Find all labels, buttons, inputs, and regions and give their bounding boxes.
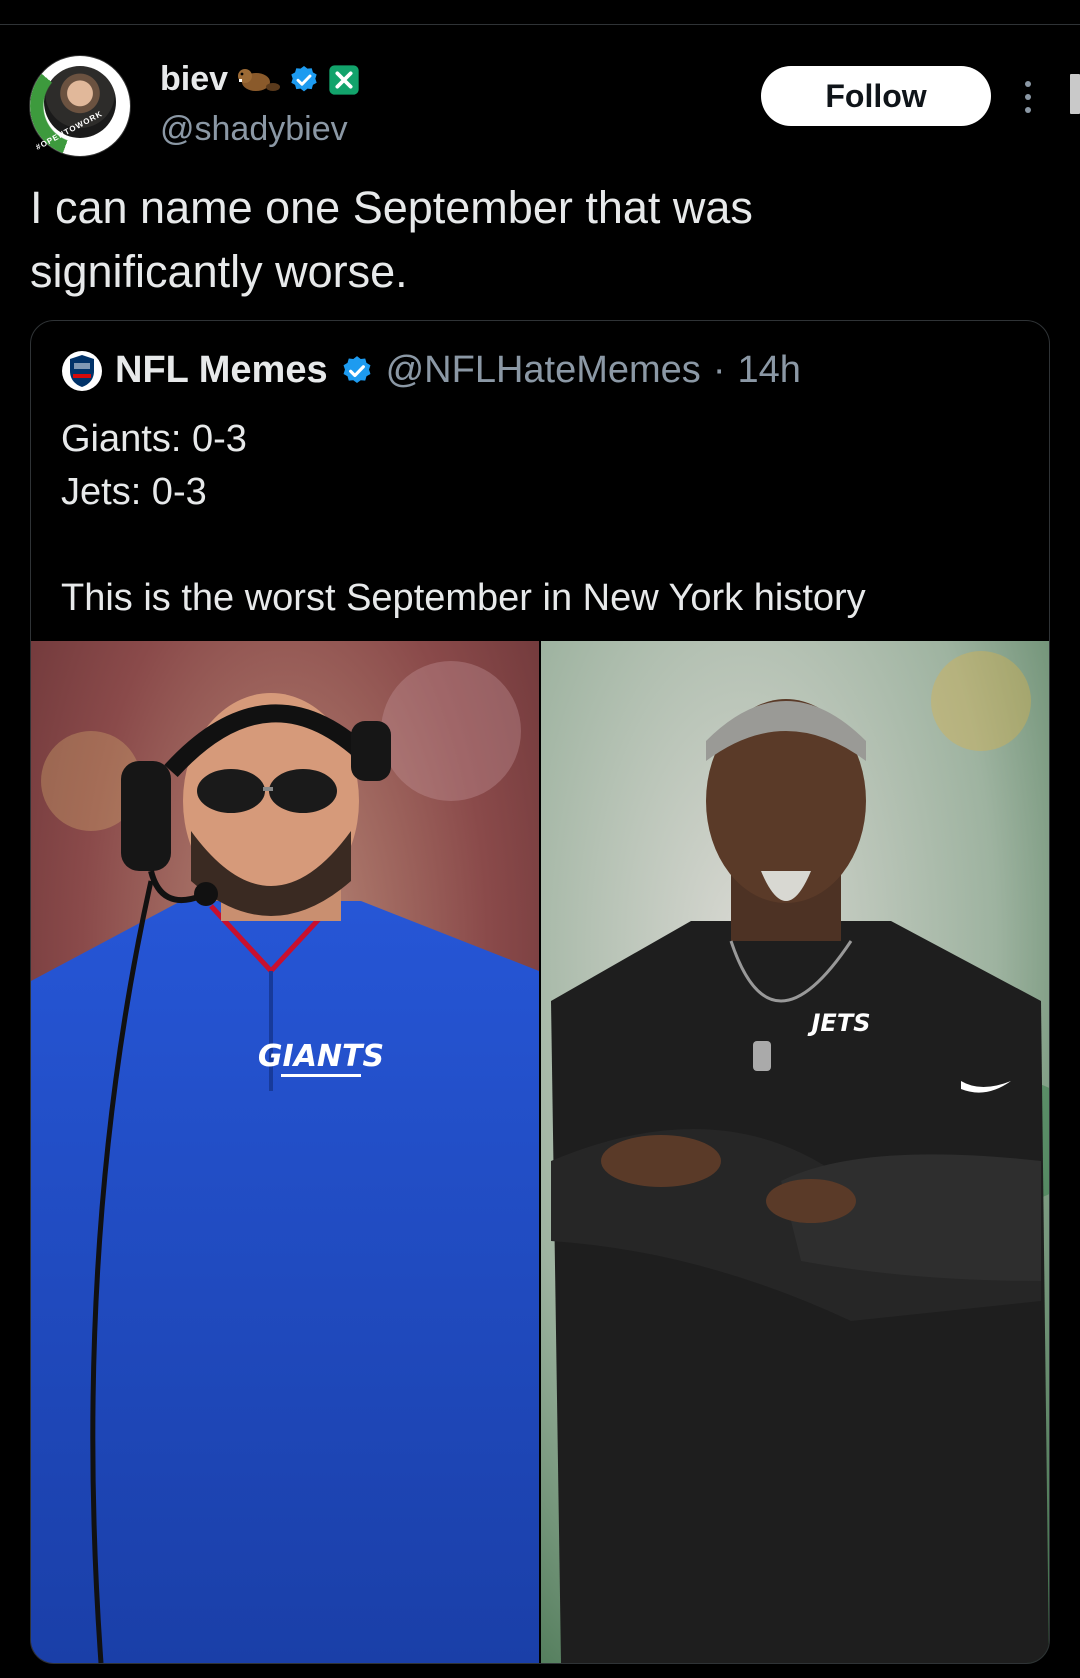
giants-coach-photo[interactable]: GIANTS bbox=[31, 641, 539, 1663]
verified-badge-icon bbox=[291, 65, 317, 91]
quoted-media[interactable]: GIANTS JETS bbox=[31, 641, 1049, 1663]
author-avatar[interactable]: #OPENTOWORK bbox=[30, 56, 130, 156]
quoted-header: NFL Memes @NFLHateMemes · 14h bbox=[61, 349, 801, 392]
giants-logo-text: GIANTS bbox=[258, 1039, 384, 1074]
tweet-text: I can name one September that was signif… bbox=[30, 182, 753, 297]
scrollbar-edge[interactable] bbox=[1070, 74, 1080, 114]
author-name-row[interactable]: biev bbox=[160, 60, 360, 99]
more-vertical-icon[interactable] bbox=[1020, 78, 1036, 116]
jets-logo-text: JETS bbox=[808, 1009, 871, 1037]
quoted-line-blank bbox=[61, 519, 1021, 572]
quoted-line: This is the worst September in New York … bbox=[61, 577, 866, 619]
quoted-verified-badge-icon bbox=[343, 355, 371, 383]
quoted-tweet[interactable]: NFL Memes @NFLHateMemes · 14h Giants: 0-… bbox=[30, 320, 1050, 1664]
quoted-display-name[interactable]: NFL Memes bbox=[115, 349, 328, 392]
quoted-separator: · bbox=[712, 349, 726, 391]
nfl-shield-icon bbox=[62, 350, 102, 391]
beaver-icon bbox=[238, 68, 281, 91]
top-divider bbox=[0, 24, 1080, 25]
author-display-name[interactable]: biev bbox=[160, 60, 228, 99]
follow-button[interactable]: Follow bbox=[761, 66, 991, 126]
quoted-line: Jets: 0-3 bbox=[61, 471, 207, 513]
author-handle[interactable]: @shadybiev bbox=[160, 110, 348, 149]
quoted-line: Giants: 0-3 bbox=[61, 418, 247, 460]
jets-coach-photo[interactable]: JETS bbox=[541, 641, 1049, 1663]
quoted-timestamp[interactable]: 14h bbox=[737, 349, 800, 392]
x-affiliate-badge-icon bbox=[329, 64, 359, 95]
quoted-text: Giants: 0-3 Jets: 0-3 This is the worst … bbox=[61, 413, 1021, 625]
quoted-handle[interactable]: @NFLHateMemes bbox=[386, 349, 701, 392]
